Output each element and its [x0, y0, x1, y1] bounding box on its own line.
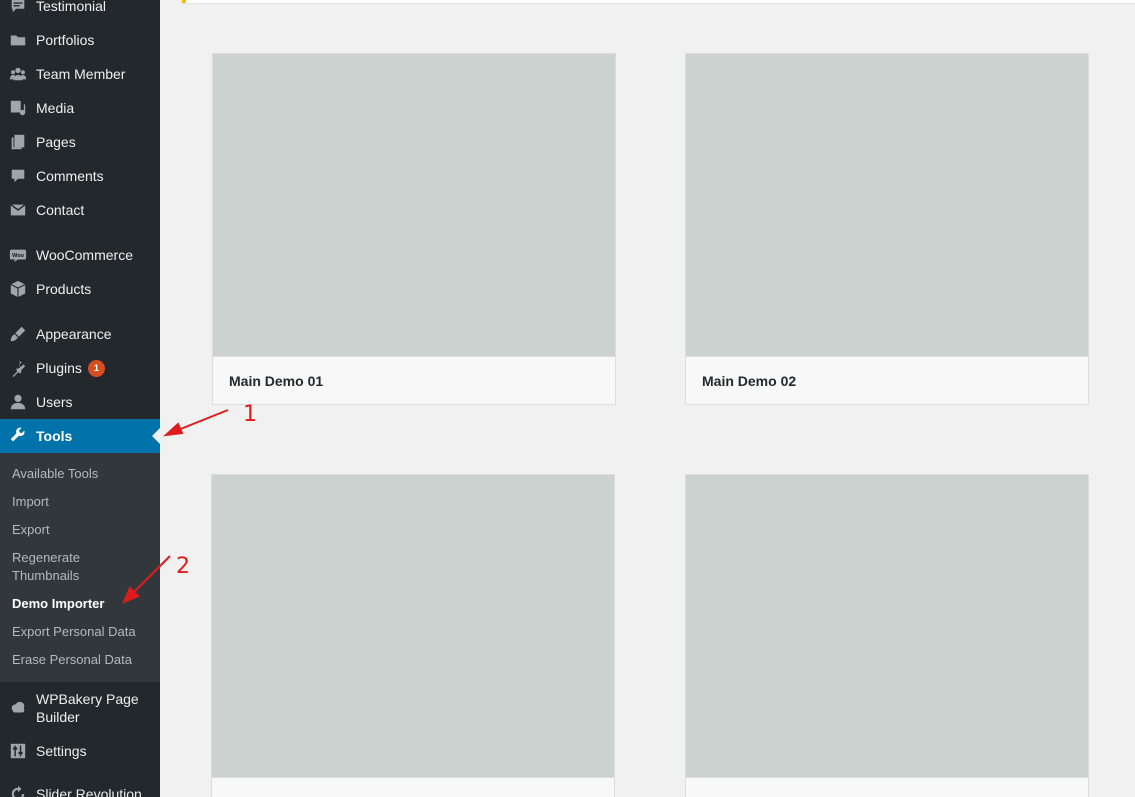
menu-label: WPBakery Page Builder	[36, 691, 139, 725]
cloud-icon	[8, 698, 28, 718]
menu-item-users[interactable]: Users	[0, 385, 160, 419]
menu-label: Portfolios	[36, 32, 95, 48]
wrench-icon	[8, 426, 28, 446]
submenu-export-personal-data[interactable]: Export Personal Data	[12, 623, 152, 641]
menu-label: Pages	[36, 134, 76, 150]
annotation-step-1: 1	[243, 402, 257, 427]
menu-label: WooCommerce	[36, 247, 133, 263]
menu-item-appearance[interactable]: Appearance	[0, 317, 160, 351]
menu-item-team-member[interactable]: Team Member	[0, 57, 160, 91]
menu-label: Users	[36, 394, 73, 410]
menu-item-woocommerce[interactable]: Woo WooCommerce	[0, 238, 160, 272]
arrow-1-line	[177, 409, 229, 431]
menu-label: Products	[36, 281, 92, 297]
submenu-import[interactable]: Import	[12, 493, 152, 511]
arrow-1-head	[163, 422, 184, 437]
user-icon	[8, 392, 28, 412]
menu-item-slider-revolution[interactable]: Slider Revolution	[0, 777, 160, 797]
folder-icon	[8, 30, 28, 50]
menu-item-contact[interactable]: Contact	[0, 193, 160, 227]
annotation-step-2: 2	[176, 554, 190, 579]
menu-item-comments[interactable]: Comments	[0, 159, 160, 193]
menu-item-plugins[interactable]: Plugins 1	[0, 351, 160, 385]
demo-name: Main Demo 01	[213, 356, 615, 404]
submenu-available-tools[interactable]: Available Tools	[12, 465, 152, 483]
demo-thumbnail[interactable]	[213, 54, 615, 356]
demo-card[interactable]: Main Demo 02	[685, 53, 1089, 405]
menu-label: Tools	[36, 428, 73, 444]
comment-icon	[8, 166, 28, 186]
menu-item-tools[interactable]: Tools	[0, 419, 160, 453]
tools-submenu: Available Tools Import Export Regenerate…	[0, 453, 160, 682]
menu-label: Testimonial	[36, 0, 107, 14]
demo-card[interactable]: Main Demo 01	[212, 53, 616, 405]
menu-item-portfolios[interactable]: Portfolios	[0, 23, 160, 57]
pages-icon	[8, 132, 28, 152]
menu-label: Appearance	[36, 326, 112, 342]
plugin-icon	[8, 358, 28, 378]
mail-icon	[8, 200, 28, 220]
svg-text:Woo: Woo	[12, 253, 25, 259]
demo-thumbnail[interactable]	[686, 54, 1088, 356]
menu-item-products[interactable]: Products	[0, 272, 160, 306]
testimonial-icon	[8, 0, 28, 16]
submenu-export[interactable]: Export	[12, 521, 152, 539]
menu-label: Plugins 1	[36, 359, 105, 378]
demo-name: Main Demo 02	[686, 356, 1088, 404]
demo-name: Main Demo 03	[212, 777, 614, 797]
team-icon	[8, 64, 28, 84]
menu-item-pages[interactable]: Pages	[0, 125, 160, 159]
menu-label: Settings	[36, 743, 87, 759]
admin-sidebar: Testimonial Portfolios Team Member Media…	[0, 0, 160, 797]
woocommerce-icon: Woo	[8, 245, 28, 265]
menu-item-testimonial[interactable]: Testimonial	[0, 0, 160, 23]
menu-label: Media	[36, 100, 75, 116]
settings-icon	[8, 741, 28, 761]
menu-item-media[interactable]: Media	[0, 91, 160, 125]
demo-card[interactable]: Main Demo 03	[211, 474, 615, 797]
plugins-label: Plugins	[36, 359, 82, 376]
submenu-demo-importer[interactable]: Demo Importer	[12, 595, 152, 613]
brush-icon	[8, 324, 28, 344]
refresh-icon	[8, 784, 28, 797]
menu-label: Team Member	[36, 66, 126, 82]
demo-thumbnail[interactable]	[686, 475, 1088, 777]
submenu-erase-personal-data[interactable]: Erase Personal Data	[12, 651, 152, 669]
media-icon	[8, 98, 28, 118]
demo-card[interactable]: Main Demo 05	[685, 474, 1089, 797]
admin-notice	[182, 0, 1135, 3]
demo-name: Main Demo 05	[686, 777, 1088, 797]
menu-label: Contact	[36, 202, 85, 218]
menu-label: Slider Revolution	[36, 786, 142, 797]
demo-thumbnail[interactable]	[212, 475, 614, 777]
menu-label: Comments	[36, 168, 104, 184]
menu-item-settings[interactable]: Settings	[0, 734, 160, 768]
update-count-badge: 1	[87, 360, 105, 378]
box-icon	[8, 279, 28, 299]
menu-item-wpbakery[interactable]: WPBakery Page Builder	[0, 686, 160, 730]
submenu-regenerate-thumbnails[interactable]: Regenerate Thumbnails	[12, 549, 112, 585]
